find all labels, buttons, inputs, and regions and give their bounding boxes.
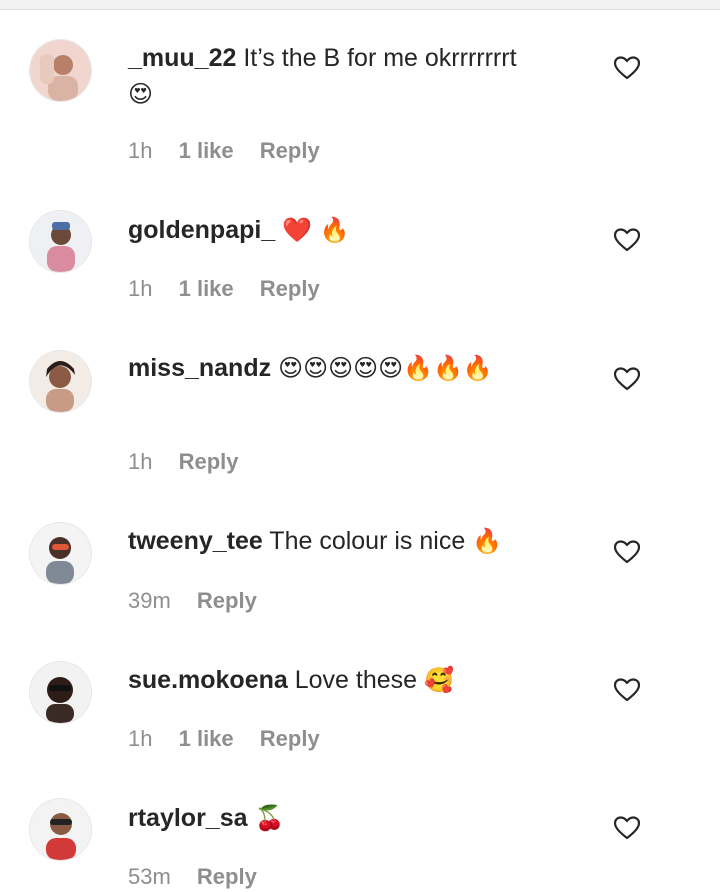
reply-button[interactable]: Reply <box>260 726 320 751</box>
comment-meta: 39m Reply <box>128 586 277 616</box>
comment-message: It’s the B for me okrrrrrrrt <box>243 44 517 72</box>
comment-text: tweeny_tee The colour is nice 🔥 <box>128 523 578 559</box>
comment-text: miss_nandz 😍😍😍😍😍🔥🔥🔥 <box>128 350 578 386</box>
comment-username[interactable]: tweeny_tee <box>128 527 263 555</box>
comment-time: 39m <box>128 588 171 613</box>
like-heart-icon[interactable] <box>614 228 640 252</box>
avatar[interactable] <box>30 799 91 860</box>
comment-time: 1h <box>128 449 153 474</box>
reply-button[interactable]: Reply <box>197 588 257 613</box>
comment-emoji: 🍒 <box>254 804 285 832</box>
top-divider <box>0 0 720 10</box>
avatar[interactable] <box>30 523 91 584</box>
comment-time: 1h <box>128 726 153 751</box>
like-heart-icon[interactable] <box>614 56 640 80</box>
comment-text: _muu_22 It’s the B for me okrrrrrrrt 😍 <box>128 40 578 112</box>
avatar[interactable] <box>30 211 91 272</box>
like-heart-icon[interactable] <box>614 540 640 564</box>
comment-likes[interactable]: 1 like <box>179 138 234 163</box>
comment-username[interactable]: sue.mokoena <box>128 666 288 694</box>
comment-meta: 1h 1 like Reply <box>128 136 340 166</box>
avatar[interactable] <box>30 40 91 101</box>
reply-button[interactable]: Reply <box>179 449 239 474</box>
comment-meta: 1h 1 like Reply <box>128 724 340 754</box>
like-heart-icon[interactable] <box>614 678 640 702</box>
reply-button[interactable]: Reply <box>260 138 320 163</box>
comment-message: Love these <box>294 666 418 694</box>
like-heart-icon[interactable] <box>614 816 640 840</box>
like-heart-icon[interactable] <box>614 367 640 391</box>
reply-button[interactable]: Reply <box>197 864 257 889</box>
comment-text: sue.mokoena Love these 🥰 <box>128 662 578 698</box>
comment-meta: 53m Reply <box>128 862 277 892</box>
comment-likes[interactable]: 1 like <box>179 276 234 301</box>
comment-username[interactable]: rtaylor_sa <box>128 804 248 832</box>
comment-emoji: 😍 <box>128 80 154 108</box>
comment-likes[interactable]: 1 like <box>179 726 234 751</box>
avatar[interactable] <box>30 351 91 412</box>
comment-username[interactable]: miss_nandz <box>128 354 271 382</box>
comment-emoji: ❤️ 🔥 <box>282 216 350 244</box>
comment-username[interactable]: _muu_22 <box>128 44 236 72</box>
comment-message: The colour is nice <box>269 527 466 555</box>
comment-emoji: 😍😍😍😍😍🔥🔥🔥 <box>278 354 493 382</box>
comment-meta: 1h Reply <box>128 447 259 477</box>
comment-username[interactable]: goldenpapi_ <box>128 216 275 244</box>
reply-button[interactable]: Reply <box>260 276 320 301</box>
comment-emoji: 🥰 <box>424 666 454 694</box>
comment-time: 1h <box>128 138 153 163</box>
comment-emoji: 🔥 <box>472 527 503 555</box>
comment-text: goldenpapi_ ❤️ 🔥 <box>128 212 578 248</box>
avatar[interactable] <box>30 662 91 723</box>
comment-time: 1h <box>128 276 153 301</box>
comment-time: 53m <box>128 864 171 889</box>
comment-meta: 1h 1 like Reply <box>128 274 340 304</box>
comment-text: rtaylor_sa 🍒 <box>128 800 578 836</box>
